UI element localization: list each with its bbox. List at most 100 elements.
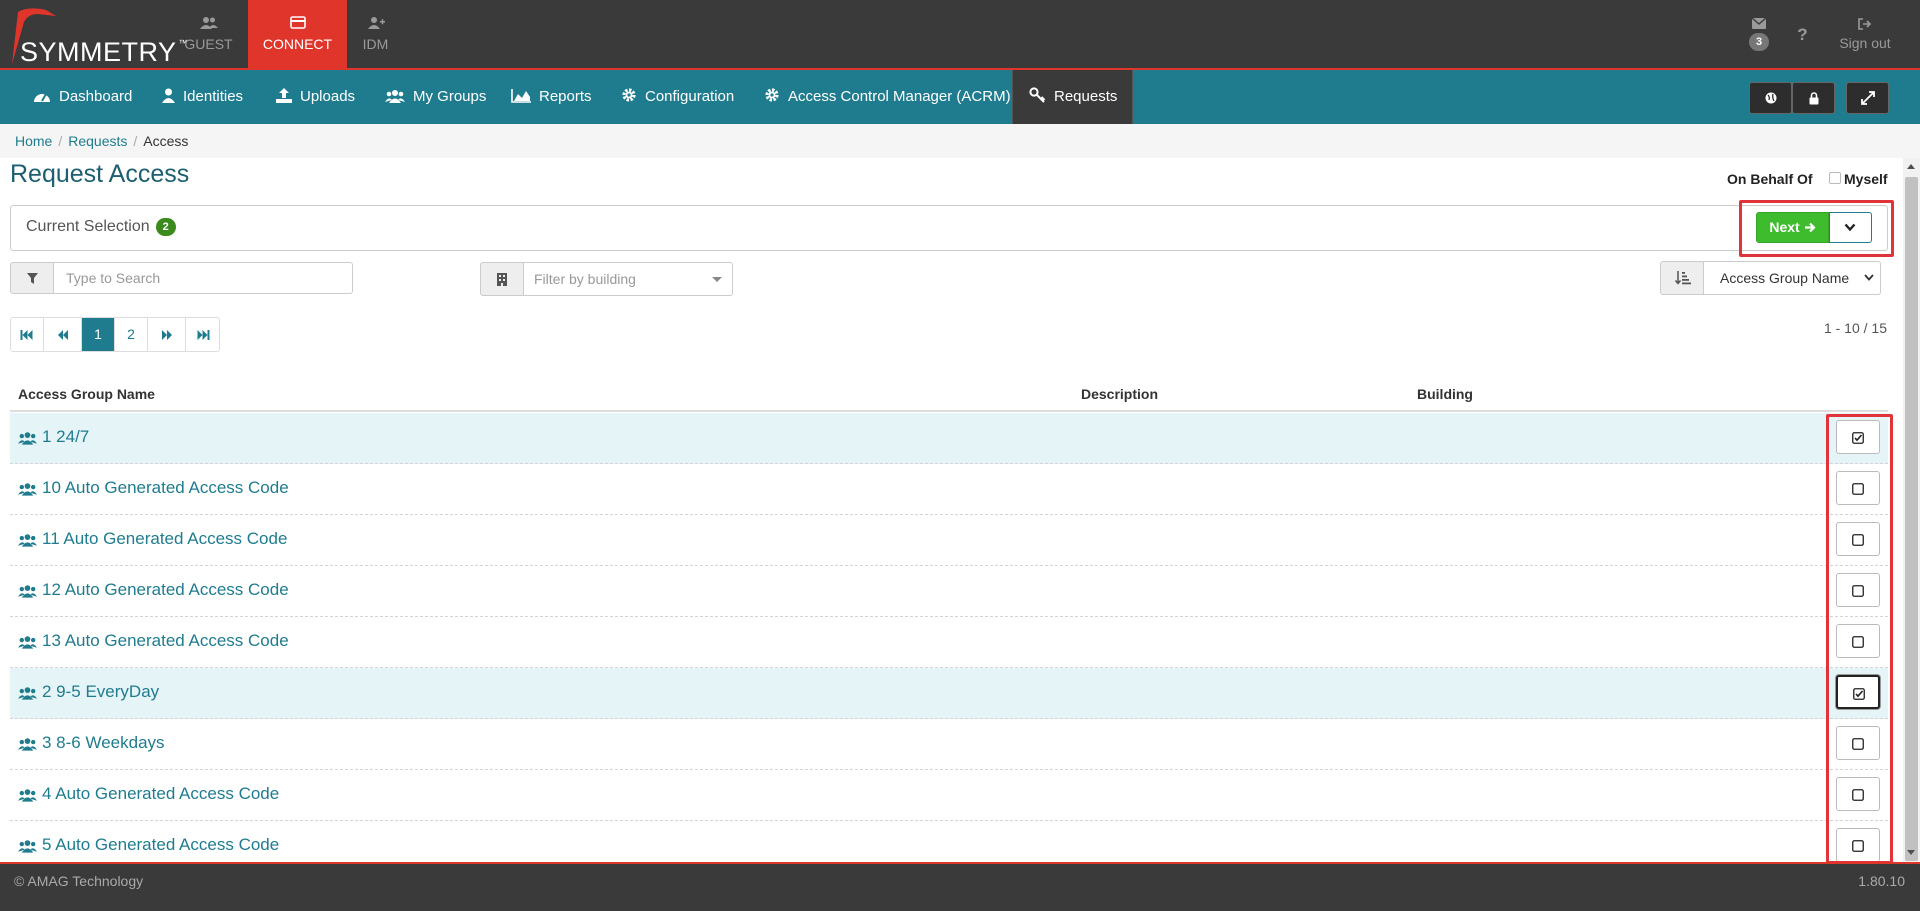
nav-configuration[interactable]: Configuration xyxy=(621,70,734,124)
filter-addon xyxy=(10,262,54,294)
nav-acrm[interactable]: Access Control Manager (ACRM) xyxy=(764,70,1011,124)
table-row[interactable]: 10 Auto Generated Access Code xyxy=(10,464,1888,515)
globe-button[interactable] xyxy=(1749,82,1792,114)
access-group-name[interactable]: 13 Auto Generated Access Code xyxy=(42,631,289,651)
access-group-name[interactable]: 10 Auto Generated Access Code xyxy=(42,478,289,498)
help-icon: ? xyxy=(1797,25,1808,44)
arrow-right-icon xyxy=(1804,222,1816,233)
square-icon xyxy=(1852,585,1864,597)
table-row[interactable]: 3 8-6 Weekdays xyxy=(10,719,1888,770)
row-select-checkbox[interactable] xyxy=(1836,522,1880,556)
nav-reports[interactable]: Reports xyxy=(511,70,592,124)
nav-dashboard[interactable]: Dashboard xyxy=(33,70,132,124)
prev-page-button[interactable] xyxy=(44,318,82,351)
nav-my-groups[interactable]: My Groups xyxy=(385,70,486,124)
access-group-name[interactable]: 3 8-6 Weekdays xyxy=(42,733,165,753)
page-2-button[interactable]: 2 xyxy=(115,318,148,351)
scroll-up-icon[interactable] xyxy=(1907,164,1915,169)
users-icon xyxy=(199,17,218,29)
row-select-checkbox[interactable] xyxy=(1836,777,1880,811)
app-tab-guest[interactable]: GUEST xyxy=(159,0,258,70)
row-select-checkbox[interactable] xyxy=(1836,828,1880,862)
row-select-checkbox[interactable] xyxy=(1836,726,1880,760)
table-row[interactable]: 11 Auto Generated Access Code xyxy=(10,515,1888,566)
backward-icon xyxy=(57,329,68,340)
scrollbar-thumb[interactable] xyxy=(1905,177,1918,861)
user-icon xyxy=(162,88,175,103)
sort-addon[interactable] xyxy=(1660,261,1704,295)
page-1-button[interactable]: 1 xyxy=(82,318,115,351)
table-row[interactable]: 2 9-5 EveryDay xyxy=(10,668,1888,719)
messages-button[interactable]: 3 xyxy=(1744,0,1774,70)
last-page-button[interactable] xyxy=(186,318,219,351)
sort-select[interactable]: Access Group Name xyxy=(1703,261,1881,295)
access-group-name[interactable]: 1 24/7 xyxy=(42,427,89,447)
column-header-name[interactable]: Access Group Name xyxy=(18,386,155,402)
row-select-checkbox[interactable] xyxy=(1836,624,1880,658)
next-button[interactable]: Next xyxy=(1756,212,1829,243)
current-selection-panel[interactable]: Current Selection 2 xyxy=(10,205,1888,251)
search-input[interactable] xyxy=(53,262,353,294)
building-filter-select[interactable]: Filter by building xyxy=(523,262,733,296)
sign-out-button[interactable]: Sign out xyxy=(1832,0,1898,70)
square-icon xyxy=(1852,483,1864,495)
access-group-name[interactable]: 5 Auto Generated Access Code xyxy=(42,835,279,855)
users-icon xyxy=(18,585,37,598)
row-select-checkbox[interactable] xyxy=(1836,675,1880,709)
next-label: Next xyxy=(1769,219,1800,235)
gear-icon xyxy=(765,88,779,102)
selection-count-badge: 2 xyxy=(155,218,176,236)
lock-icon xyxy=(1809,92,1818,105)
pagination: 1 2 xyxy=(10,317,220,352)
access-group-name[interactable]: 4 Auto Generated Access Code xyxy=(42,784,279,804)
messages-count-badge: 3 xyxy=(1749,33,1769,51)
scroll-down-icon[interactable] xyxy=(1907,850,1915,855)
sign-out-label: Sign out xyxy=(1839,35,1891,51)
myself-checkbox[interactable] xyxy=(1829,172,1841,184)
fullscreen-button[interactable] xyxy=(1846,82,1889,114)
breadcrumb-home[interactable]: Home xyxy=(15,133,52,149)
breadcrumb-separator: / xyxy=(58,133,63,149)
app-tab-label: IDM xyxy=(362,36,389,52)
nav-identities[interactable]: Identities xyxy=(162,70,243,124)
nav-uploads[interactable]: Uploads xyxy=(276,70,355,124)
access-group-name[interactable]: 12 Auto Generated Access Code xyxy=(42,580,289,600)
building-filter-placeholder: Filter by building xyxy=(534,271,636,287)
dashboard-icon xyxy=(34,93,50,102)
row-select-checkbox[interactable] xyxy=(1836,420,1880,454)
column-header-description[interactable]: Description xyxy=(1081,386,1158,402)
square-icon xyxy=(1852,636,1864,648)
table-row[interactable]: 12 Auto Generated Access Code xyxy=(10,566,1888,617)
help-button[interactable]: ? xyxy=(1790,0,1815,70)
breadcrumb-requests[interactable]: Requests xyxy=(68,133,127,149)
app-tab-idm[interactable]: IDM xyxy=(326,0,425,70)
caret-down-icon xyxy=(712,277,722,282)
symmetry-logo[interactable]: SYMMETRY ™ xyxy=(8,6,188,66)
column-header-building[interactable]: Building xyxy=(1417,386,1473,402)
nav-requests[interactable]: Requests xyxy=(1012,70,1133,124)
myself-label[interactable]: Myself xyxy=(1844,171,1888,187)
table-row[interactable]: 13 Auto Generated Access Code xyxy=(10,617,1888,668)
card-icon xyxy=(289,16,306,29)
first-page-button[interactable] xyxy=(11,318,44,351)
users-icon xyxy=(18,636,37,649)
users-icon xyxy=(385,90,405,103)
table-row[interactable]: 1 24/7 xyxy=(10,413,1888,464)
nav-label: Uploads xyxy=(300,88,356,105)
next-dropdown-toggle[interactable] xyxy=(1829,212,1872,243)
table-row[interactable]: 4 Auto Generated Access Code xyxy=(10,770,1888,821)
row-select-checkbox[interactable] xyxy=(1836,471,1880,505)
access-group-name[interactable]: 11 Auto Generated Access Code xyxy=(42,529,287,549)
lock-button[interactable] xyxy=(1792,82,1835,114)
main-nav: Dashboard Identities Uploads My Groups R… xyxy=(0,70,1920,124)
access-group-name[interactable]: 2 9-5 EveryDay xyxy=(42,682,159,702)
app-version: 1.80.10 xyxy=(1858,873,1905,889)
row-select-checkbox[interactable] xyxy=(1836,573,1880,607)
top-bar: SYMMETRY ™ GUEST CONNECT IDM 3 ? Sign ou… xyxy=(0,0,1920,70)
sort-amount-icon xyxy=(1675,271,1691,285)
check-square-icon xyxy=(1853,688,1865,700)
nav-label: Configuration xyxy=(645,88,735,105)
next-page-button[interactable] xyxy=(148,318,186,351)
nav-label: Identities xyxy=(183,88,244,105)
results-range: 1 - 10 / 15 xyxy=(1823,320,1887,336)
